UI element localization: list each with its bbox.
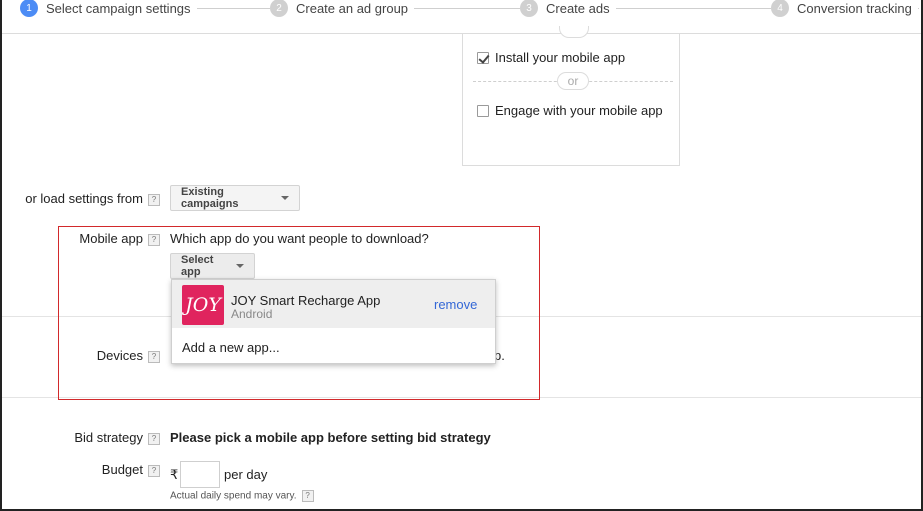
engage-app-option[interactable]: Engage with your mobile app bbox=[477, 103, 663, 118]
or-label: or bbox=[557, 72, 589, 90]
load-settings-text: or load settings from bbox=[25, 191, 143, 206]
progress-stepper: 1 Select campaign settings 2 Create an a… bbox=[0, 0, 923, 34]
currency-symbol: ₹ bbox=[170, 467, 179, 482]
goal-connector bbox=[559, 26, 589, 38]
engage-app-checkbox[interactable] bbox=[477, 104, 489, 117]
help-icon[interactable]: ? bbox=[148, 193, 160, 206]
load-settings-label: or load settings from? bbox=[25, 191, 160, 206]
app-dropdown-menu: JOY JOY Smart Recharge App Android remov… bbox=[171, 279, 496, 364]
existing-campaigns-button[interactable]: Existing campaigns bbox=[170, 185, 300, 211]
devices-text: Devices bbox=[96, 348, 143, 363]
budget-input[interactable] bbox=[180, 461, 220, 488]
help-icon[interactable]: ? bbox=[148, 233, 160, 246]
help-icon[interactable]: ? bbox=[301, 490, 314, 502]
bid-strategy-text: Bid strategy bbox=[74, 430, 143, 445]
step-create-ads[interactable]: 3 Create ads bbox=[520, 0, 616, 23]
step-label: Create an ad group bbox=[296, 0, 409, 16]
step-label: Create ads bbox=[546, 0, 610, 16]
help-icon[interactable]: ? bbox=[148, 350, 160, 363]
install-app-label: Install your mobile app bbox=[495, 50, 626, 65]
chevron-down-icon bbox=[281, 196, 289, 200]
help-icon[interactable]: ? bbox=[148, 464, 160, 477]
install-app-checkbox[interactable] bbox=[477, 51, 489, 64]
app-option-joy[interactable]: JOY JOY Smart Recharge App Android remov… bbox=[172, 280, 495, 328]
app-platform: Android bbox=[231, 307, 273, 321]
remove-app-link[interactable]: remove bbox=[434, 297, 477, 312]
select-app-label: Select app bbox=[181, 254, 214, 278]
budget-text: Budget bbox=[101, 462, 143, 477]
step-conversion-tracking[interactable]: 4 Conversion tracking bbox=[771, 0, 918, 23]
chevron-down-icon bbox=[236, 264, 244, 268]
mobile-app-question: Which app do you want people to download… bbox=[170, 231, 429, 246]
bid-strategy-label: Bid strategy? bbox=[74, 430, 160, 445]
help-icon[interactable]: ? bbox=[148, 432, 160, 445]
step-number: 4 bbox=[771, 0, 789, 17]
step-create-ad-group[interactable]: 2 Create an ad group bbox=[270, 0, 415, 23]
campaign-goal-box: Install your mobile app or Engage with y… bbox=[462, 26, 680, 166]
add-new-app-option[interactable]: Add a new app... bbox=[182, 340, 280, 355]
step-number: 1 bbox=[20, 0, 38, 17]
engage-app-label: Engage with your mobile app bbox=[495, 103, 663, 118]
step-number: 2 bbox=[270, 0, 288, 17]
budget-note-text: Actual daily spend may vary. bbox=[170, 490, 297, 502]
mobile-app-text: Mobile app bbox=[79, 231, 143, 246]
mobile-app-label: Mobile app? bbox=[79, 231, 160, 246]
budget-note: Actual daily spend may vary.? bbox=[170, 490, 314, 502]
select-app-button[interactable]: Select app bbox=[170, 253, 255, 279]
app-name: JOY Smart Recharge App bbox=[231, 293, 381, 308]
step-select-campaign-settings[interactable]: 1 Select campaign settings bbox=[20, 0, 197, 23]
step-number: 3 bbox=[520, 0, 538, 17]
budget-unit: per day bbox=[224, 467, 268, 482]
step-label: Select campaign settings bbox=[46, 0, 191, 16]
budget-label: Budget? bbox=[102, 462, 160, 477]
step-label: Conversion tracking bbox=[797, 0, 912, 16]
devices-label: Devices? bbox=[97, 348, 160, 363]
existing-campaigns-label: Existing campaigns bbox=[181, 186, 239, 210]
bid-strategy-message: Please pick a mobile app before setting … bbox=[170, 430, 491, 445]
app-logo-icon: JOY bbox=[182, 285, 224, 325]
install-app-option[interactable]: Install your mobile app bbox=[477, 50, 625, 65]
